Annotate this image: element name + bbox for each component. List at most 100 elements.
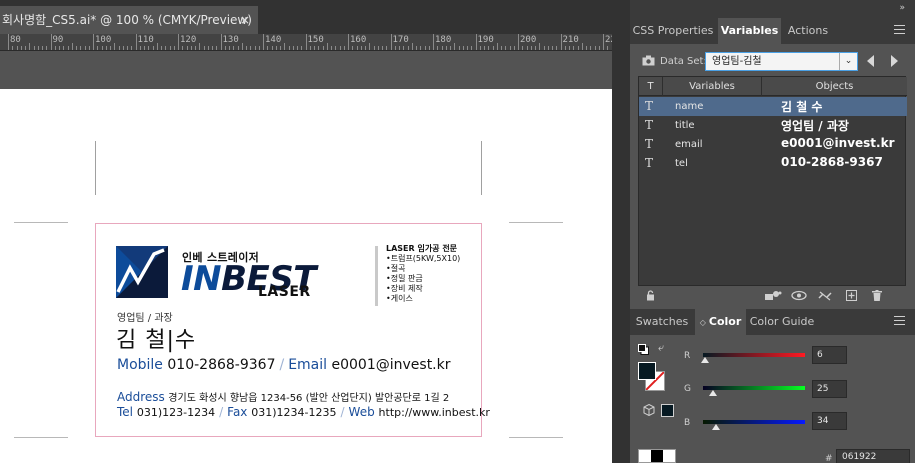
r-slider[interactable] (703, 353, 805, 357)
ruler-tick (241, 43, 243, 50)
mobile-value[interactable]: 010-2868-9367 (167, 357, 275, 373)
make-dynamic-icon[interactable] (764, 290, 782, 304)
ruler-tick (365, 46, 366, 50)
r-value-input[interactable]: 6 (812, 346, 847, 364)
ruler-tick (88, 46, 90, 50)
tab-swatches[interactable]: Swatches (630, 309, 694, 335)
horizontal-ruler[interactable]: 80 90 100 110 120 130 140 150 160 170 180 190 200 210… (0, 34, 612, 51)
text-variable-icon: T (645, 118, 654, 132)
ruler-tick (20, 46, 22, 50)
b-label: B (684, 418, 691, 428)
card-name[interactable]: 김 철|수 (116, 322, 196, 354)
service-item: •장비 제작 (386, 284, 423, 293)
email-value[interactable]: e0001@invest.kr (332, 357, 451, 373)
objects-column-header[interactable]: Objects (762, 77, 907, 96)
ruler-tick (386, 46, 388, 50)
variable-row-name[interactable]: Tname 김 철 수 (639, 97, 907, 116)
data-set-value[interactable]: 영업팀-김철 (712, 56, 762, 67)
tab-variables[interactable]: Variables (718, 18, 781, 44)
ruler-tick (428, 46, 430, 50)
collapse-panels-icon[interactable]: » (899, 3, 905, 13)
make-visibility-dynamic-icon[interactable] (791, 290, 807, 304)
close-icon[interactable]: × (240, 6, 250, 34)
variable-name: tel (675, 158, 688, 169)
b-slider-thumb[interactable] (712, 424, 720, 430)
g-value-input[interactable]: 25 (812, 380, 847, 398)
ruler-tick (488, 46, 490, 50)
ruler-tick (535, 46, 536, 50)
g-slider[interactable] (703, 386, 805, 390)
tab-css-properties[interactable]: CSS Properties (630, 18, 716, 44)
ruler-tick (254, 46, 256, 50)
ruler-tick (59, 46, 60, 50)
logo-laser: LASER (258, 284, 311, 300)
ruler-tick (29, 43, 31, 50)
ruler-tick (484, 46, 485, 50)
ruler-tick (216, 46, 218, 50)
ruler-tick (377, 46, 379, 50)
card-address-line: Address 경기도 화성시 향남읍 1234-56 (발안 산업단지) 발안… (117, 389, 449, 404)
text-variable-icon: T (645, 137, 654, 151)
panel-menu-icon[interactable] (894, 316, 905, 326)
ruler-tick (207, 46, 209, 50)
ruler-tick (297, 46, 298, 50)
ruler-tick (356, 46, 358, 50)
variable-name: email (675, 139, 703, 150)
ruler-tick (399, 46, 400, 50)
tab-actions[interactable]: Actions (782, 18, 834, 44)
business-card[interactable]: 인베 스트레이저 INBEST LASER LASER 임가공 전문 •트럼프(5… (95, 223, 490, 437)
tel-value[interactable]: 031)123-1234 (137, 406, 215, 419)
data-set-select[interactable]: 영업팀-김철 ⌄ (705, 52, 858, 71)
color-panel-tabs: Swatches ◇ Color Color Guide (630, 309, 915, 335)
inbest-logo-mark (116, 246, 168, 298)
hex-input[interactable]: 061922 (836, 449, 910, 463)
tab-color[interactable]: ◇ Color (695, 309, 746, 335)
ruler-tick (509, 46, 511, 50)
variable-row-email[interactable]: Temail e0001@invest.kr (639, 135, 907, 154)
swap-fill-stroke-icon[interactable]: ⤶ (658, 341, 664, 355)
next-data-set-icon[interactable] (891, 55, 898, 67)
panel-menu-icon[interactable] (894, 25, 905, 35)
ruler-tick (569, 46, 570, 50)
document-area: 회사명함_CS5.ai* @ 100 % (CMYK/Preview) × 80… (0, 0, 612, 463)
b-value-input[interactable]: 34 (812, 412, 847, 430)
lock-icon[interactable] (646, 290, 655, 304)
gamut-color-swatch[interactable] (661, 404, 674, 417)
default-fill-stroke-icon[interactable] (638, 344, 649, 355)
tab-color-guide[interactable]: Color Guide (747, 309, 817, 335)
ruler-tick (458, 46, 460, 50)
variable-row-title[interactable]: Ttitle 영업팀 / 과장 (639, 116, 907, 135)
out-of-gamut-cube-icon[interactable] (643, 404, 655, 416)
email-label: Email (288, 357, 328, 373)
ruler-tick (441, 46, 443, 50)
type-column-header[interactable]: T (639, 77, 663, 96)
variable-object: 010-2868-9367 (781, 155, 883, 169)
new-variable-icon[interactable] (846, 290, 857, 304)
ruler-tick (581, 43, 583, 50)
chevron-down-icon[interactable]: ⌄ (839, 53, 857, 70)
document-tab[interactable]: 회사명함_CS5.ai* @ 100 % (CMYK/Preview) × (0, 6, 258, 34)
ruler-tick (135, 34, 137, 50)
panel-dock-gutter (612, 0, 630, 463)
dock-header: » (630, 0, 915, 18)
unbind-variable-icon[interactable] (818, 290, 832, 304)
ruler-tick (156, 43, 158, 50)
ruler-label: 80 (10, 35, 21, 45)
text-variable-icon: T (645, 156, 654, 170)
ruler-tick (186, 46, 188, 50)
capture-data-set-icon[interactable] (642, 55, 655, 66)
variables-column-header[interactable]: Variables (663, 77, 762, 96)
ruler-tick (479, 46, 481, 50)
g-slider-thumb[interactable] (709, 390, 717, 396)
r-slider-thumb[interactable] (701, 357, 709, 363)
card-phone-web-line: Tel 031)123-1234/Fax 031)1234-1235/Web h… (117, 405, 490, 419)
fill-color-swatch[interactable] (638, 362, 656, 380)
variable-row-tel[interactable]: Ttel 010-2868-9367 (639, 154, 907, 173)
separator: / (279, 357, 285, 373)
trash-icon[interactable] (872, 290, 882, 304)
web-label: Web (348, 405, 375, 419)
ruler-tick (577, 46, 579, 50)
variables-panel-tabs: CSS Properties Variables Actions (630, 18, 915, 44)
quick-color-swatches[interactable] (638, 449, 676, 463)
previous-data-set-icon[interactable] (867, 55, 874, 67)
